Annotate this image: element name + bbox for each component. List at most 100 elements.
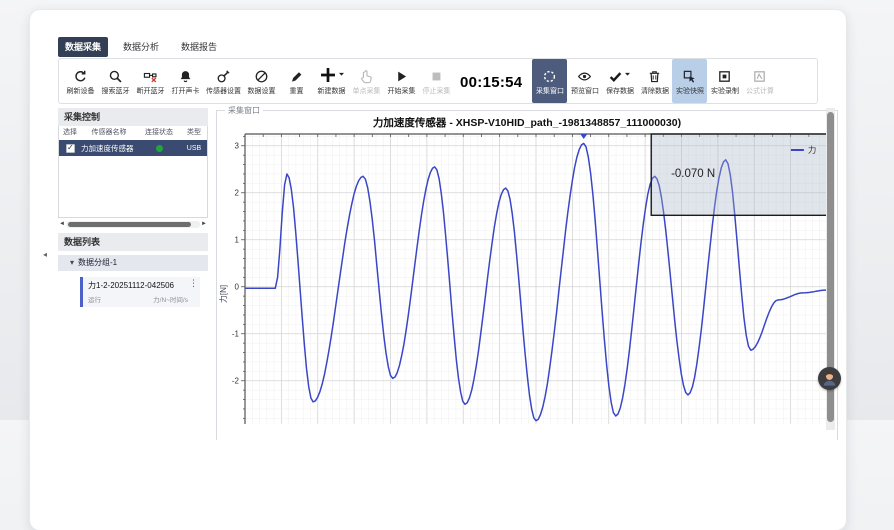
toolbar-button-label: 数据设置 xyxy=(248,86,276,96)
chart-area[interactable]: 3210-1-2力[N]-0.070 N力 xyxy=(219,132,837,429)
refresh-device-button[interactable]: 刷新设备 xyxy=(63,59,98,103)
content-area: 采集控制 选择传感器名称连接状态类型 力加速度传感器 USB ◄ ► 数据列表 ▾… xyxy=(30,104,846,426)
snapshot-icon xyxy=(682,69,697,84)
toolbar-button-label: 实验录制 xyxy=(711,86,739,96)
experiment-snapshot-button[interactable]: 实验快照 xyxy=(672,59,707,103)
data-list-panel: 数据列表 ▾ 数据分组-1 力1-2-20251112-042506 运行 力/… xyxy=(58,233,208,307)
scroll-left-arrow-icon[interactable]: ◄ xyxy=(58,220,66,229)
chart-panel: 采集窗口 力加速度传感器 - XHSP-V10HID_path_-1981348… xyxy=(216,108,846,426)
data-group-row[interactable]: ▾ 数据分组-1 xyxy=(58,255,208,271)
toolbar-button-label: 新建数据 xyxy=(318,86,346,96)
toolbar-button-label: 采集窗口 xyxy=(536,86,564,96)
marker-icon xyxy=(289,69,304,84)
toolbar-button-label: 保存数据 xyxy=(606,86,634,96)
y-tick-label: -2 xyxy=(232,376,240,385)
kebab-menu-icon[interactable]: ⋮ xyxy=(189,279,198,288)
sensor-settings-icon xyxy=(216,69,231,84)
hscroll-track[interactable] xyxy=(66,221,200,228)
collect-window-groupbox: 采集窗口 力加速度传感器 - XHSP-V10HID_path_-1981348… xyxy=(216,110,838,440)
y-tick-label: 3 xyxy=(235,141,240,150)
status-dot xyxy=(156,145,163,152)
clear-data-button[interactable]: 清除数据 xyxy=(637,59,672,103)
collect-window-button[interactable]: 采集窗口 xyxy=(532,59,567,103)
open-soundcard-button[interactable]: 打开声卡 xyxy=(168,59,203,103)
tab-data-collect[interactable]: 数据采集 xyxy=(58,37,108,57)
reset-button[interactable]: 重置 xyxy=(279,59,314,103)
start-collect-button[interactable]: 开始采集 xyxy=(384,59,419,103)
acquisition-timer: 00:15:54 xyxy=(460,66,522,91)
formula-icon xyxy=(752,69,767,84)
sensor-table-body: 力加速度传感器 USB xyxy=(59,140,207,156)
collect-control-header: 采集控制 xyxy=(58,108,208,126)
stop-icon xyxy=(429,69,444,84)
sensor-name: 力加速度传感器 xyxy=(81,143,137,154)
bell-icon xyxy=(178,69,193,84)
toolbar-button-label: 清除数据 xyxy=(641,86,669,96)
tree-caret-icon: ▾ xyxy=(70,255,74,271)
groupbox-label: 采集窗口 xyxy=(225,105,263,116)
sensor-table-header: 选择传感器名称连接状态类型 xyxy=(59,126,207,140)
slashed-circle-icon xyxy=(254,69,269,84)
toolbar-group-left: 刷新设备搜索蓝牙断开蓝牙打开声卡传感器设置数据设置重置新建数据单点采集开始采集停… xyxy=(63,59,454,103)
caret-down-icon[interactable] xyxy=(338,66,345,84)
column-header: 选择 xyxy=(59,128,81,138)
disconnect-bluetooth-button[interactable]: 断开蓝牙 xyxy=(133,59,168,103)
toolbar-button-label: 实验快照 xyxy=(676,86,704,96)
column-header: 连接状态 xyxy=(137,128,181,138)
hand-icon xyxy=(359,69,374,84)
column-header: 类型 xyxy=(181,128,207,138)
tab-data-analysis[interactable]: 数据分析 xyxy=(116,37,166,57)
record-icon xyxy=(717,69,732,84)
tab-data-report[interactable]: 数据报告 xyxy=(174,37,224,57)
toolbar-button-label: 传感器设置 xyxy=(206,86,241,96)
sensor-type: USB xyxy=(181,145,207,152)
sensor-table-hscrollbar[interactable]: ◄ ► xyxy=(58,220,208,229)
preview-window-button[interactable]: 预览窗口 xyxy=(567,59,602,103)
toolbar-button-label: 搜索蓝牙 xyxy=(102,86,130,96)
data-item-name: 力1-2-20251112-042506 xyxy=(88,280,188,291)
chart-svg[interactable]: 3210-1-2力[N]-0.070 N力 xyxy=(219,132,837,424)
new-data-button[interactable]: 新建数据 xyxy=(314,59,349,103)
sidebar: 采集控制 选择传感器名称连接状态类型 力加速度传感器 USB ◄ ► 数据列表 ▾… xyxy=(58,108,208,426)
toolbar-button-label: 断开蓝牙 xyxy=(137,86,165,96)
caret-down-icon[interactable] xyxy=(624,66,631,84)
data-group-label: 数据分组-1 xyxy=(78,255,117,271)
data-item-card[interactable]: 力1-2-20251112-042506 运行 力/N~时间/s ⋮ xyxy=(80,277,200,307)
sensor-checkbox[interactable] xyxy=(66,144,75,153)
toolbar-button-label: 预览窗口 xyxy=(571,86,599,96)
sensor-settings-button[interactable]: 传感器设置 xyxy=(203,59,244,103)
data-list-header: 数据列表 xyxy=(58,233,208,251)
y-tick-label: -1 xyxy=(232,329,240,338)
bluetooth-disconnect-icon xyxy=(143,69,158,84)
legend-label: 力 xyxy=(808,145,817,155)
sensor-table: 选择传感器名称连接状态类型 力加速度传感器 USB xyxy=(58,126,208,218)
experiment-record-button[interactable]: 实验录制 xyxy=(707,59,742,103)
sensor-row[interactable]: 力加速度传感器 USB xyxy=(59,140,207,156)
play-icon xyxy=(394,69,409,84)
plus-icon xyxy=(319,66,337,84)
value-annotation: -0.070 N xyxy=(671,168,715,180)
toolbar-button-label: 公式计算 xyxy=(746,86,774,96)
assistant-avatar-button[interactable] xyxy=(818,367,841,390)
hscroll-thumb[interactable] xyxy=(68,222,191,227)
trash-icon xyxy=(647,69,662,84)
toolbar-button-label: 刷新设备 xyxy=(67,86,95,96)
toolbar: 刷新设备搜索蓝牙断开蓝牙打开声卡传感器设置数据设置重置新建数据单点采集开始采集停… xyxy=(58,58,818,104)
scroll-right-arrow-icon[interactable]: ► xyxy=(200,220,208,229)
y-tick-label: 1 xyxy=(235,235,240,244)
search-bluetooth-button[interactable]: 搜索蓝牙 xyxy=(98,59,133,103)
single-point-collect-button: 单点采集 xyxy=(349,59,384,103)
stop-collect-button: 停止采集 xyxy=(419,59,454,103)
y-tick-label: 0 xyxy=(235,282,240,291)
y-tick-label: 2 xyxy=(235,188,240,197)
tab-bar: 数据采集数据分析数据报告 xyxy=(30,10,846,57)
toolbar-button-label: 开始采集 xyxy=(388,86,416,96)
eye-icon xyxy=(577,69,592,84)
data-settings-button[interactable]: 数据设置 xyxy=(244,59,279,103)
app-window: ◂ 数据采集数据分析数据报告 刷新设备搜索蓝牙断开蓝牙打开声卡传感器设置数据设置… xyxy=(30,10,846,530)
column-header: 传感器名称 xyxy=(81,128,137,138)
toolbar-button-label: 停止采集 xyxy=(423,86,451,96)
save-data-button[interactable]: 保存数据 xyxy=(602,59,637,103)
toolbar-button-label: 打开声卡 xyxy=(172,86,200,96)
formula-calc-button: 公式计算 xyxy=(742,59,777,103)
